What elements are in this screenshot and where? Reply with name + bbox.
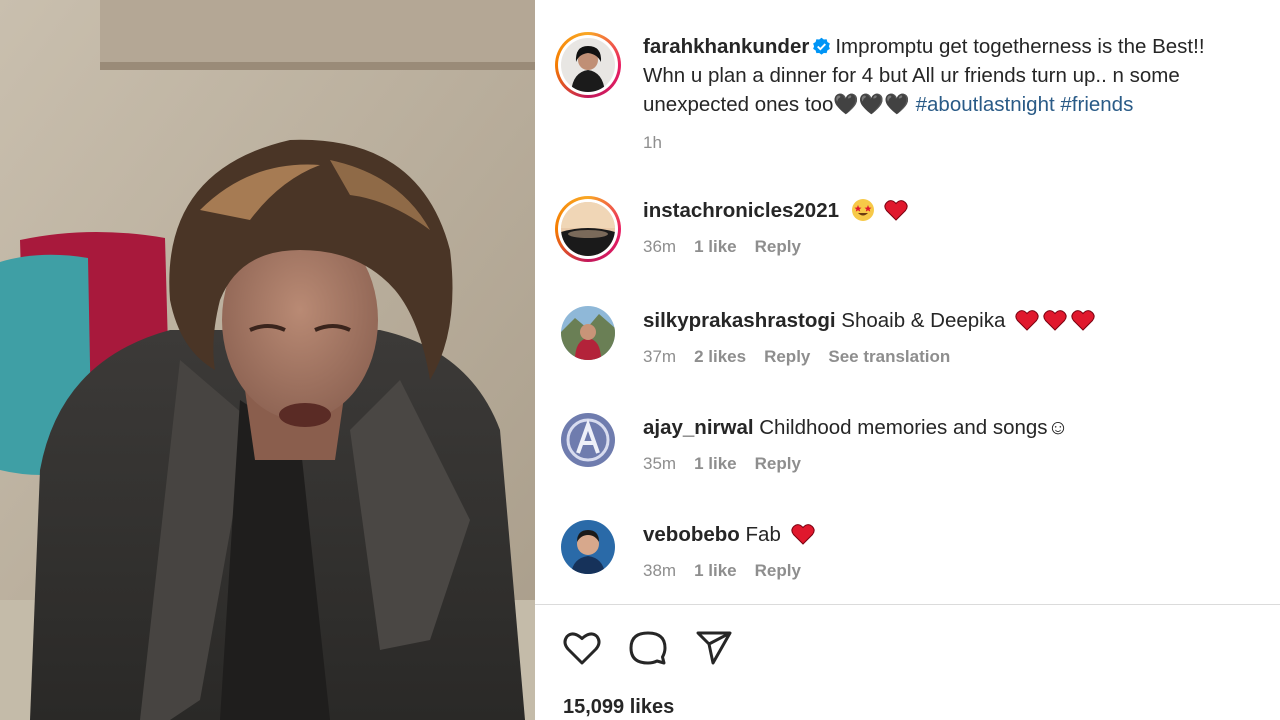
comment-bubble-icon[interactable] — [629, 630, 667, 666]
section-divider — [535, 604, 1280, 605]
author-avatar[interactable] — [555, 32, 621, 98]
comment-like-count[interactable]: 1 like — [694, 237, 737, 256]
comment-like-count[interactable]: 1 like — [694, 454, 737, 473]
comment-text: Fab — [745, 523, 781, 546]
post-like-count[interactable]: 15,099 likes — [563, 696, 674, 719]
red-heart-emoji-icon — [1043, 310, 1067, 331]
verified-badge-icon — [813, 37, 831, 55]
post-video[interactable] — [0, 0, 535, 720]
author-username[interactable]: farahkhankunder — [643, 35, 809, 58]
comment-like-count[interactable]: 1 like — [694, 561, 737, 580]
comment-timestamp: 36m — [643, 237, 677, 256]
post-caption: farahkhankunder Impromptu get togethernes… — [555, 32, 1264, 153]
caption-line-2: Whn u plan a dinner for 4 but All ur fri… — [643, 64, 1180, 87]
see-translation-button[interactable]: See translation — [828, 347, 950, 366]
caption-line-3: unexpected ones too🖤🖤🖤 — [643, 93, 910, 116]
reply-button[interactable]: Reply — [755, 454, 801, 473]
instagram-post-view: farahkhankunder Impromptu get togethernes… — [0, 0, 1280, 720]
post-timestamp[interactable]: 1h — [643, 133, 662, 152]
red-heart-emoji-icon — [1071, 310, 1095, 331]
comment-text: Childhood memories and songs☺ — [759, 416, 1069, 439]
comment-text: Shoaib & Deepika — [841, 309, 1006, 332]
red-heart-emoji-icon — [1015, 310, 1039, 331]
comment-username[interactable]: instachronicles2021 — [643, 199, 839, 222]
comment-item: silkyprakashrastogi Shoaib & Deepika 37m… — [555, 306, 1095, 367]
reply-button[interactable]: Reply — [755, 237, 801, 256]
hashtag-friends[interactable]: #friends — [1060, 93, 1133, 116]
star-struck-emoji-icon — [851, 199, 874, 221]
comment-username[interactable]: ajay_nirwal — [643, 416, 754, 439]
paper-plane-icon[interactable] — [695, 630, 733, 666]
commenter-avatar-image — [561, 520, 615, 574]
commenter-avatar[interactable] — [555, 196, 621, 262]
comment-username[interactable]: vebobebo — [643, 523, 740, 546]
comment-timestamp: 37m — [643, 347, 677, 366]
red-heart-emoji-icon — [790, 524, 815, 545]
commenter-avatar-image — [561, 413, 615, 467]
comment-item: vebobebo Fab 38m 1 like Reply — [555, 520, 819, 581]
reply-button[interactable]: Reply — [755, 561, 801, 580]
commenter-avatar[interactable] — [561, 413, 615, 467]
comment-item: ajay_nirwal Childhood memories and songs… — [555, 413, 1068, 474]
comment-timestamp: 35m — [643, 454, 677, 473]
author-avatar-image — [561, 38, 615, 92]
comment-timestamp: 38m — [643, 561, 677, 580]
caption-line-1: Impromptu get togetherness is the Best!! — [835, 35, 1205, 58]
heart-outline-icon[interactable] — [563, 630, 601, 666]
commenter-avatar-image — [561, 202, 615, 256]
commenter-avatar-image — [561, 306, 615, 360]
commenter-avatar[interactable] — [561, 520, 615, 574]
video-frame — [0, 0, 535, 720]
post-action-bar — [563, 630, 733, 666]
commenter-avatar[interactable] — [561, 306, 615, 360]
red-heart-emoji-icon — [884, 200, 909, 221]
comment-item: instachronicles2021 36m 1 like Reply — [555, 196, 909, 262]
post-details-panel: farahkhankunder Impromptu get togethernes… — [535, 0, 1280, 720]
hashtag-aboutlastnight[interactable]: #aboutlastnight — [916, 93, 1055, 116]
comment-like-count[interactable]: 2 likes — [694, 347, 746, 366]
reply-button[interactable]: Reply — [764, 347, 810, 366]
comment-username[interactable]: silkyprakashrastogi — [643, 309, 836, 332]
